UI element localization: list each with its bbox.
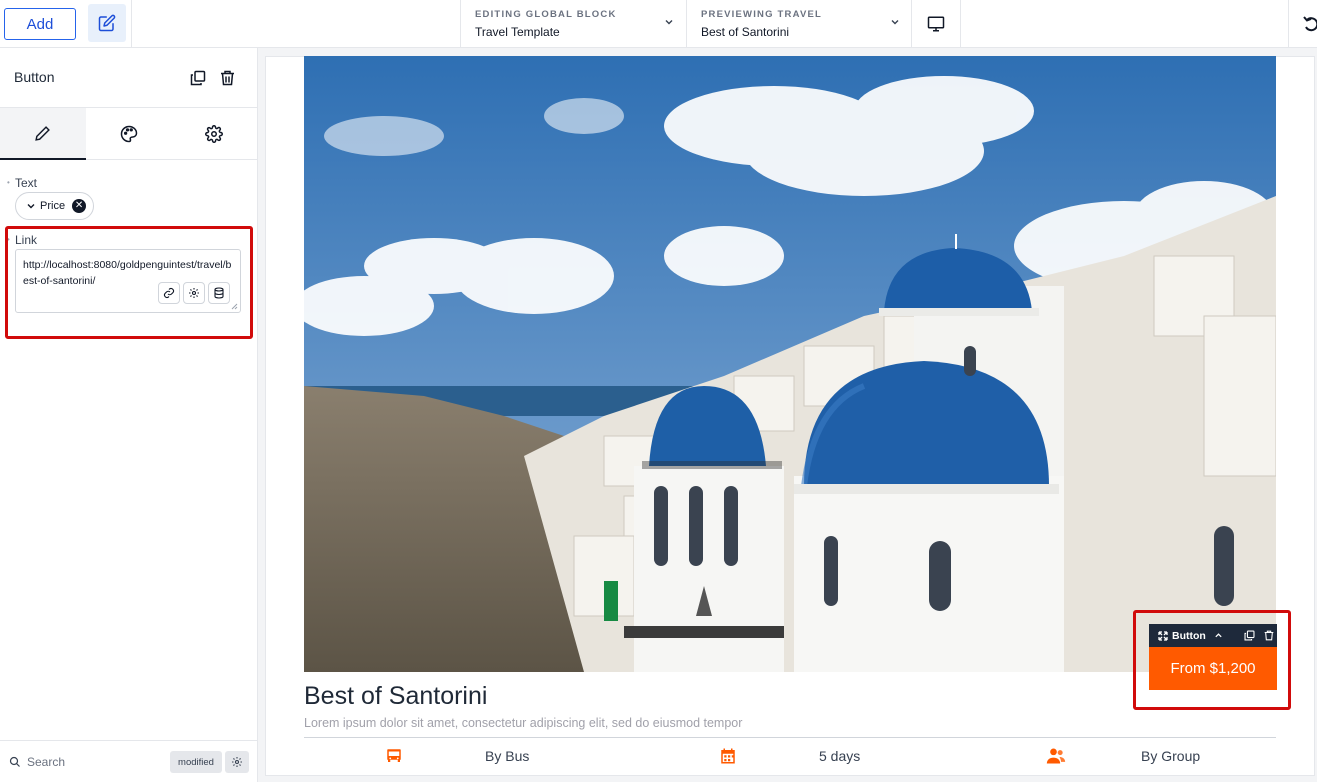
editing-block-select[interactable]: EDITING GLOBAL BLOCK Travel Template [460, 0, 686, 48]
price-button-highlight [1133, 610, 1291, 710]
info-label-duration: 5 days [819, 748, 861, 764]
properties-sidebar: Button • Text Price ✕ • Link http://loca… [0, 48, 258, 782]
chevron-down-icon [27, 204, 35, 209]
field-indicator: • [7, 178, 10, 187]
search-input[interactable] [27, 753, 157, 771]
remove-chip-icon[interactable]: ✕ [72, 199, 87, 213]
divider [960, 0, 961, 48]
calendar-icon-wrap [719, 746, 737, 768]
search-icon [9, 756, 20, 767]
editing-caption: EDITING GLOBAL BLOCK [475, 9, 617, 20]
add-button[interactable]: Add [4, 8, 76, 40]
tab-content[interactable] [0, 108, 86, 160]
group-icon [1046, 748, 1066, 764]
text-field-label: Text [15, 176, 38, 190]
sidebar-title: Button [14, 69, 55, 85]
info-label-group: By Group [1141, 748, 1201, 764]
tour-title[interactable]: Best of Santorini [304, 682, 487, 711]
group-icon-wrap [1046, 746, 1066, 768]
link-field-highlight [5, 226, 253, 339]
device-preview-button[interactable] [912, 0, 960, 48]
chip-label: Price [40, 200, 66, 212]
divider [1288, 0, 1289, 48]
hero-image[interactable] [304, 56, 1276, 672]
top-toolbar: Add EDITING GLOBAL BLOCK Travel Template… [0, 0, 1317, 48]
chevron-down-icon [665, 20, 673, 25]
info-label-bus: By Bus [485, 748, 530, 764]
bus-icon-wrap [385, 746, 403, 768]
trash-icon[interactable] [220, 70, 235, 86]
palette-icon [120, 125, 137, 143]
footer-settings-button[interactable] [225, 751, 249, 773]
previewing-caption: PREVIEWING TRAVEL [701, 9, 823, 20]
editing-value: Travel Template [475, 25, 560, 39]
dynamic-text-chip[interactable]: Price ✕ [15, 192, 94, 220]
info-divider [304, 737, 1276, 738]
gear-icon [232, 757, 242, 767]
calendar-icon [721, 748, 735, 764]
previewing-travel-select[interactable]: PREVIEWING TRAVEL Best of Santorini [686, 0, 912, 48]
tab-settings[interactable] [171, 108, 257, 160]
sidebar-footer: modified [0, 740, 258, 782]
pencil-icon [35, 125, 51, 141]
duplicate-icon[interactable] [190, 70, 206, 86]
sidebar-tabs [0, 108, 257, 160]
sidebar-header: Button [0, 48, 257, 108]
desktop-icon [927, 16, 945, 32]
undo-icon[interactable] [1303, 14, 1317, 32]
tab-style[interactable] [86, 108, 172, 160]
santorini-photo [304, 56, 1276, 672]
bus-icon [387, 749, 401, 762]
previewing-value: Best of Santorini [701, 25, 790, 39]
edit-icon [98, 14, 116, 32]
divider [131, 0, 132, 48]
tour-description[interactable]: Lorem ipsum dolor sit amet, consectetur … [304, 716, 742, 730]
edit-mode-button[interactable] [88, 4, 126, 42]
gear-icon [205, 125, 224, 143]
chevron-down-icon [891, 20, 899, 25]
modified-filter-badge[interactable]: modified [170, 751, 222, 773]
